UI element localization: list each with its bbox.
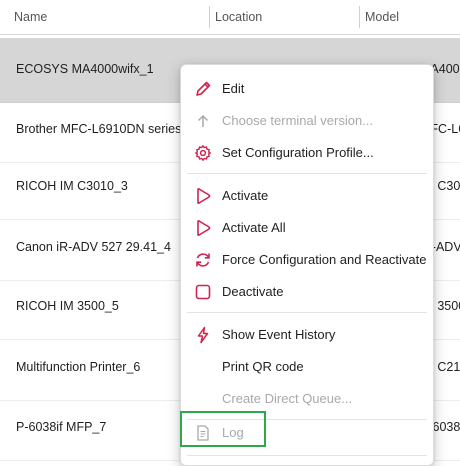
- device-name: Brother MFC-L6910DN series: [16, 122, 182, 136]
- menu-item-label: Print QR code: [222, 359, 304, 374]
- menu-item-label: Force Configuration and Reactivate: [222, 252, 427, 267]
- play-icon: [193, 218, 213, 238]
- stop-icon: [193, 282, 213, 302]
- menu-item-set-configuration-profile[interactable]: Set Configuration Profile...: [181, 137, 433, 169]
- menu-item-label: Deactivate: [222, 284, 284, 299]
- log-highlight-frame: [180, 411, 266, 447]
- menu-item-choose-terminal-version: Choose terminal version...: [181, 105, 433, 137]
- pencil-icon: [193, 79, 213, 99]
- menu-item-show-event-history[interactable]: Show Event History: [181, 319, 433, 351]
- device-name: RICOH IM 3500_5: [16, 299, 119, 313]
- device-name: Multifunction Printer_6: [16, 360, 141, 374]
- menu-item-force-configuration-reactivate[interactable]: Force Configuration and Reactivate: [181, 244, 433, 276]
- column-header-location[interactable]: Location: [209, 0, 262, 34]
- menu-item-label: Choose terminal version...: [222, 113, 374, 128]
- device-name: P-6038if MFP_7: [16, 420, 107, 434]
- lightning-icon: [193, 325, 213, 345]
- menu-item-activate-all[interactable]: Activate All: [181, 212, 433, 244]
- device-name: RICOH IM C3010_3: [16, 179, 128, 193]
- context-menu: Edit Choose terminal version... Set Conf…: [180, 64, 434, 466]
- menu-item-label: Activate All: [222, 220, 286, 235]
- menu-item-deactivate[interactable]: Deactivate: [181, 276, 433, 308]
- menu-separator: [187, 312, 427, 313]
- gear-icon: [193, 143, 213, 163]
- menu-separator: [187, 173, 427, 174]
- refresh-icon: [193, 250, 213, 270]
- menu-item-edit[interactable]: Edit: [181, 73, 433, 105]
- play-icon: [193, 186, 213, 206]
- table-header: Name Location Model: [0, 0, 460, 35]
- device-name: Canon iR-ADV 527 29.41_4: [16, 240, 171, 254]
- menu-item-label: Activate: [222, 188, 269, 203]
- menu-item-label: Show Event History: [222, 327, 336, 342]
- device-name: ECOSYS MA4000wifx_1: [16, 62, 154, 76]
- menu-item-label: Set Configuration Profile...: [222, 145, 374, 160]
- menu-item-print-qr-code[interactable]: Print QR code: [181, 351, 433, 383]
- menu-item-activate[interactable]: Activate: [181, 180, 433, 212]
- column-header-name[interactable]: Name: [8, 0, 47, 34]
- menu-separator: [187, 455, 427, 456]
- arrow-up-icon: [193, 111, 213, 131]
- column-header-model[interactable]: Model: [359, 0, 399, 34]
- menu-item-label: Edit: [222, 81, 245, 96]
